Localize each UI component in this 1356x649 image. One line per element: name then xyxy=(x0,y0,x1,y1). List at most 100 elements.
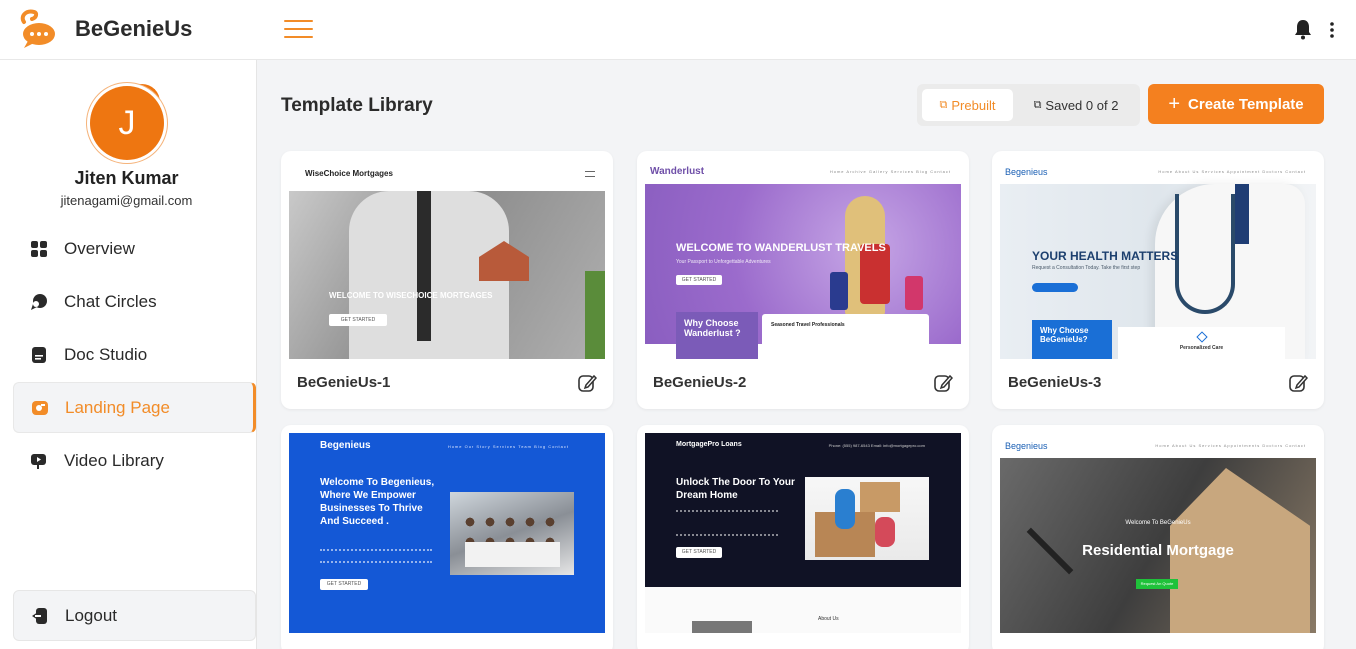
sidebar-item-overview[interactable]: Overview xyxy=(13,223,256,274)
preview-cta: GET STARTED xyxy=(329,314,387,326)
template-preview[interactable]: WiseChoice Mortgages WELCOME TO WISECHOI… xyxy=(289,159,605,359)
prebuilt-icon: ⧉ xyxy=(939,98,948,111)
template-name: BeGenieUs-1 xyxy=(297,374,391,391)
template-card[interactable]: Begenieus Home Our Story Services Team B… xyxy=(281,425,613,649)
sidebar-item-landing-page[interactable]: Landing Page xyxy=(13,382,256,433)
preview-logo: Begenieus xyxy=(1005,441,1048,451)
brand-name: BeGenieUs xyxy=(75,16,193,41)
logout-label: Logout xyxy=(65,605,117,625)
tab-saved[interactable]: ⧉ Saved 0 of 2 xyxy=(1017,89,1135,121)
preview-logo: WiseChoice Mortgages xyxy=(305,169,393,178)
preview-body-lines xyxy=(320,549,432,563)
plant-shape xyxy=(585,271,605,359)
preview-feature-title: Seasoned Travel Professionals xyxy=(771,322,845,328)
sidebar-item-label: Doc Studio xyxy=(64,344,148,364)
preview-nav-links: Home About Us Services Appointment Docto… xyxy=(1158,169,1306,174)
template-source-toggle: ⧉ Prebuilt ⧉ Saved 0 of 2 xyxy=(917,84,1140,126)
preview-cta: GET STARTED xyxy=(676,547,722,558)
preview-hero-title: WELCOME TO WISECHOICE MORTGAGES xyxy=(329,291,493,300)
logout-icon xyxy=(32,607,47,624)
preview-hero-image xyxy=(289,191,605,359)
sidebar-item-label: Landing Page xyxy=(65,397,170,417)
sidebar: J Jiten Kumar jitenagami@gmail.com Overv… xyxy=(0,60,257,649)
template-card[interactable]: Begenieus Home About Us Services Appoint… xyxy=(992,425,1324,649)
logout-button[interactable]: Logout xyxy=(13,590,256,641)
luggage-shape xyxy=(905,276,923,310)
chat-circles-icon xyxy=(31,293,47,310)
top-header: BeGenieUs xyxy=(0,0,1356,60)
video-icon xyxy=(31,453,46,469)
bell-icon[interactable] xyxy=(1294,18,1312,40)
preview-logo: Begenieus xyxy=(1005,167,1048,177)
menu-icon xyxy=(585,171,595,177)
tie-shape xyxy=(417,191,431,341)
preview-hero-title: YOUR HEALTH MATTERS xyxy=(1032,249,1179,263)
sidebar-item-doc-studio[interactable]: Doc Studio xyxy=(13,329,256,380)
template-card[interactable]: MortgagePro Loans Phone: (555) 987-6543 … xyxy=(637,425,969,649)
kebab-icon[interactable] xyxy=(1326,20,1338,40)
preview-nav-links: Home Our Story Services Team Blog Contac… xyxy=(447,444,569,449)
tab-saved-label: Saved 0 of 2 xyxy=(1045,97,1119,113)
tie-shape xyxy=(1235,184,1249,244)
preview-cta: GET STARTED xyxy=(676,275,722,285)
preview-logo: Wanderlust xyxy=(650,166,705,177)
edit-icon[interactable] xyxy=(933,373,953,393)
user-email: jitenagami@gmail.com xyxy=(60,193,193,208)
sidebar-item-label: Video Library xyxy=(64,450,164,470)
preview-cta: Request An Quote xyxy=(1136,579,1178,589)
preview-small-text: Welcome To BeGenieUs xyxy=(1125,520,1191,526)
preview-nav-links: Home About Us Services Appointments Doct… xyxy=(1155,443,1306,448)
preview-navbar: WiseChoice Mortgages xyxy=(289,159,605,191)
template-card[interactable]: Wanderlust Home Archive Gallery Services… xyxy=(637,151,969,409)
create-template-label: Create Template xyxy=(1188,95,1304,113)
preview-feature-card: Personalized Care xyxy=(1118,327,1285,359)
template-preview[interactable]: Begenieus Home Our Story Services Team B… xyxy=(289,433,605,633)
template-preview[interactable]: Begenieus Home About Us Services Appoint… xyxy=(1000,433,1316,633)
sidebar-item-chat-circles[interactable]: Chat Circles xyxy=(13,276,256,327)
preview-subtitle: Your Passport to Unforgettable Adventure… xyxy=(676,259,771,265)
preview-hero-title: WELCOME TO WANDERLUST TRAVELS xyxy=(676,242,886,254)
preview-cta xyxy=(1032,283,1078,292)
hamburger-icon[interactable] xyxy=(284,20,313,40)
landing-page-icon xyxy=(32,400,48,415)
preview-box-title: Why Choose Wanderlust ? xyxy=(684,318,741,338)
template-name: BeGenieUs-2 xyxy=(653,374,747,391)
luggage-shape xyxy=(830,272,848,310)
preview-navbar: Begenieus Home About Us Services Appoint… xyxy=(1000,433,1316,458)
preview-hero-title: Residential Mortgage xyxy=(1082,542,1234,559)
template-card[interactable]: Begenieus Home About Us Services Appoint… xyxy=(992,151,1324,409)
preview-family-photo xyxy=(805,477,929,560)
preview-body-lines xyxy=(676,510,778,536)
create-template-button[interactable]: + Create Template xyxy=(1148,84,1324,124)
preview-hero-title: Unlock The Door To Your Dream Home xyxy=(676,477,795,501)
preview-navbar: Begenieus Home About Us Services Appoint… xyxy=(1000,159,1316,184)
doc-icon xyxy=(32,346,46,363)
grid-icon xyxy=(31,240,47,257)
preview-cta: GET STARTED xyxy=(320,579,368,590)
user-name: Jiten Kumar xyxy=(74,168,179,188)
template-preview[interactable]: Wanderlust Home Archive Gallery Services… xyxy=(645,159,961,359)
template-preview[interactable]: MortgagePro Loans Phone: (555) 987-6543 … xyxy=(645,433,961,633)
sidebar-item-video-library[interactable]: Video Library xyxy=(13,435,256,486)
template-preview[interactable]: Begenieus Home About Us Services Appoint… xyxy=(1000,159,1316,359)
edit-icon[interactable] xyxy=(1288,373,1308,393)
brand-logo-icon[interactable] xyxy=(14,8,58,50)
preview-subtitle: Request a Consultation Today. Take the f… xyxy=(1032,265,1141,271)
sidebar-item-label: Chat Circles xyxy=(64,291,157,311)
preview-feature-title: Personalized Care xyxy=(1179,345,1224,351)
tab-prebuilt-label: Prebuilt xyxy=(951,97,996,113)
template-card[interactable]: WiseChoice Mortgages WELCOME TO WISECHOI… xyxy=(281,151,613,409)
sidebar-item-label: Overview xyxy=(64,238,135,258)
bookmark-icon: ⧉ xyxy=(1033,98,1042,111)
preview-nav-links: Phone: (555) 987-6543 Email: info@mortga… xyxy=(828,443,925,448)
preview-box-title: Why Choose BeGenieUs? xyxy=(1040,326,1089,344)
edit-icon[interactable] xyxy=(577,373,597,393)
preview-about-title: About Us xyxy=(818,616,839,622)
preview-navbar: Wanderlust Home Archive Gallery Services… xyxy=(645,159,961,184)
avatar[interactable]: J xyxy=(90,86,164,160)
preview-feature-box: Why Choose Wanderlust ? xyxy=(676,312,758,359)
preview-about-section: About Us xyxy=(645,587,961,633)
plus-icon: + xyxy=(1168,92,1181,115)
page-title: Template Library xyxy=(281,95,433,116)
tab-prebuilt[interactable]: ⧉ Prebuilt xyxy=(922,89,1013,121)
